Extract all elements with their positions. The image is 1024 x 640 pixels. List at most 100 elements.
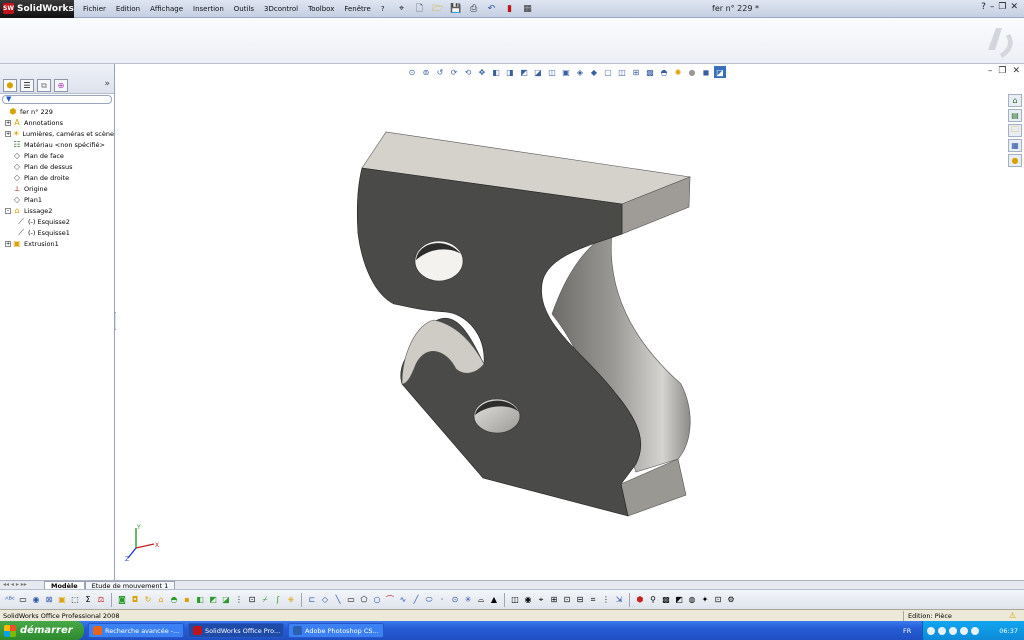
tree-node[interactable]: + ▣ Extrusion1 bbox=[0, 238, 114, 249]
part-model[interactable] bbox=[116, 64, 1016, 580]
undo-icon[interactable]: ↶ bbox=[484, 2, 500, 16]
cut-extrude-icon[interactable]: ▪ bbox=[181, 593, 193, 607]
tab-propertymanager[interactable]: ☰ bbox=[20, 79, 34, 92]
sketch-fillet-icon[interactable]: ✳ bbox=[462, 593, 474, 607]
tree-node[interactable]: ◇ Plan de droite bbox=[0, 172, 114, 183]
pattern-icon[interactable]: ⊞ bbox=[548, 593, 560, 607]
graphics-area[interactable]: ⊙ ⊚ ↺ ⟳ ⟲ ✥ ◧ ◨ ◩ ◪ ◫ ▣ ◈ ◆ ▢ ◫ ⊞ ▩ ◓ ✺ … bbox=[116, 64, 1024, 580]
tree-node[interactable]: ◇ Plan1 bbox=[0, 194, 114, 205]
expand-toggle-icon[interactable]: + bbox=[5, 119, 11, 126]
centerline-icon[interactable]: ╱ bbox=[410, 593, 422, 607]
shell-icon[interactable]: ⊡ bbox=[246, 593, 258, 607]
render-icon[interactable]: ⚲ bbox=[647, 593, 659, 607]
rapid-sketch-icon[interactable]: ⋮ bbox=[600, 593, 612, 607]
sum-icon[interactable]: Σ bbox=[82, 593, 94, 607]
boundary-icon[interactable]: ◓ bbox=[168, 593, 180, 607]
circle-icon[interactable]: ○ bbox=[371, 593, 383, 607]
tab-modele[interactable]: Modèle bbox=[44, 581, 85, 590]
tree-node[interactable]: ⬢ fer n° 229 bbox=[0, 106, 114, 117]
tree-node[interactable]: ⟂ Origine bbox=[0, 183, 114, 194]
ellipse-icon[interactable]: ⬭ bbox=[423, 593, 435, 607]
curves-icon[interactable]: ʃ bbox=[272, 593, 284, 607]
print-icon[interactable]: ⎙ bbox=[466, 2, 482, 16]
expand-toggle-icon[interactable]: + bbox=[5, 130, 11, 137]
convert-entities-icon[interactable]: ◫ bbox=[509, 593, 521, 607]
fillet-icon[interactable]: ◩ bbox=[207, 593, 219, 607]
quick-snaps-icon[interactable]: ⌗ bbox=[587, 593, 599, 607]
taskbar-item-solidworks[interactable]: SolidWorks Office Pro... bbox=[188, 623, 284, 638]
balloon-icon[interactable]: ◉ bbox=[30, 593, 42, 607]
dimension-icon[interactable]: ⊠ bbox=[43, 593, 55, 607]
menu-toolbox[interactable]: Toolbox bbox=[303, 0, 339, 18]
polygon-icon[interactable]: ⬠ bbox=[358, 593, 370, 607]
options-render-icon[interactable]: ⊡ bbox=[712, 593, 724, 607]
relations-icon[interactable]: ⊡ bbox=[561, 593, 573, 607]
rectangle-icon[interactable]: ▭ bbox=[345, 593, 357, 607]
rib-icon[interactable]: ⋮ bbox=[233, 593, 245, 607]
tree-node[interactable]: + ☀ Lumières, caméras et scène bbox=[0, 128, 114, 139]
options-icon[interactable]: ▦ bbox=[520, 2, 536, 16]
spelling-icon[interactable]: ᴬᴮᶜ bbox=[4, 593, 16, 607]
menu-fenetre[interactable]: Fenêtre bbox=[339, 0, 375, 18]
save-icon[interactable]: 💾 bbox=[448, 2, 464, 16]
minimize-button[interactable]: – bbox=[990, 2, 995, 12]
network-icon[interactable] bbox=[927, 626, 935, 635]
sweep-icon[interactable]: ↻ bbox=[142, 593, 154, 607]
menu-help[interactable]: ? bbox=[376, 0, 390, 18]
update-icon[interactable] bbox=[960, 626, 968, 635]
menu-affichage[interactable]: Affichage bbox=[145, 0, 188, 18]
repair-sketch-icon[interactable]: ⊟ bbox=[574, 593, 586, 607]
sketch-icon[interactable]: ⊏ bbox=[306, 593, 318, 607]
tree-node[interactable]: – ⌂ Lissage2 bbox=[0, 205, 114, 216]
mass-icon[interactable]: ⚖ bbox=[95, 593, 107, 607]
menu-fichier[interactable]: Fichier bbox=[78, 0, 111, 18]
tab-scroll-arrows-icon[interactable]: ◂◂ ◂ ▸ ▸▸ bbox=[0, 581, 44, 589]
help-button[interactable]: ? bbox=[981, 2, 986, 12]
cut-revolve-icon[interactable]: ◧ bbox=[194, 593, 206, 607]
toolbox-icon[interactable]: ⚙ bbox=[725, 593, 737, 607]
tab-featuremanager[interactable]: ⬢ bbox=[3, 79, 17, 92]
menu-3dcontrol[interactable]: 3Dcontrol bbox=[259, 0, 303, 18]
quick-tips-icon[interactable]: ⚠ bbox=[1009, 611, 1016, 620]
menu-edition[interactable]: Edition bbox=[111, 0, 145, 18]
panel-more-chevron-icon[interactable]: » bbox=[104, 79, 110, 89]
tree-node[interactable]: ◇ Plan de dessus bbox=[0, 161, 114, 172]
smart-dimension-icon[interactable]: ◇ bbox=[319, 593, 331, 607]
note-icon[interactable]: ▭ bbox=[17, 593, 29, 607]
expand-toggle-icon[interactable]: – bbox=[5, 207, 11, 214]
close-button[interactable]: ✕ bbox=[1010, 2, 1018, 12]
offset-icon[interactable]: ⌓ bbox=[475, 593, 487, 607]
taskbar-item-firefox[interactable]: Recherche avancée -... bbox=[88, 623, 184, 638]
construction-icon[interactable]: ⊙ bbox=[449, 593, 461, 607]
exit-sketch-icon[interactable]: ⇲ bbox=[613, 593, 625, 607]
tree-node[interactable]: + A Annotations bbox=[0, 117, 114, 128]
messenger-icon[interactable] bbox=[971, 626, 979, 635]
trim-icon[interactable]: ▲ bbox=[488, 593, 500, 607]
spline-icon[interactable]: ∿ bbox=[397, 593, 409, 607]
line-icon[interactable]: ╲ bbox=[332, 593, 344, 607]
draft-icon[interactable]: ⌿ bbox=[259, 593, 271, 607]
start-button[interactable]: démarrer bbox=[0, 621, 84, 640]
reference-geometry-icon[interactable]: ⎈ bbox=[285, 593, 297, 607]
tab-dimxpert[interactable]: ⊕ bbox=[54, 79, 68, 92]
revolve-boss-icon[interactable]: ◘ bbox=[129, 593, 141, 607]
pin-icon[interactable]: ⌖ bbox=[394, 2, 410, 16]
restore-button[interactable]: ❐ bbox=[998, 2, 1006, 12]
decal-icon[interactable]: ◍ bbox=[686, 593, 698, 607]
point-icon[interactable]: · bbox=[436, 593, 448, 607]
chamfer-icon[interactable]: ◪ bbox=[220, 593, 232, 607]
taskbar-item-photoshop[interactable]: Adobe Photoshop CS... bbox=[288, 623, 384, 638]
new-document-icon[interactable]: 🗋 bbox=[412, 2, 428, 16]
expand-toggle-icon[interactable]: + bbox=[5, 240, 11, 247]
loft-icon[interactable]: ⌂ bbox=[155, 593, 167, 607]
scene-editor-icon[interactable]: ◩ bbox=[673, 593, 685, 607]
move-entities-icon[interactable]: ⌖ bbox=[535, 593, 547, 607]
open-folder-icon[interactable]: 🗁 bbox=[430, 2, 446, 16]
lighting-icon[interactable]: ✦ bbox=[699, 593, 711, 607]
arc-icon[interactable]: ⌒ bbox=[384, 593, 396, 607]
mirror-icon[interactable]: ◉ bbox=[522, 593, 534, 607]
extrude-boss-icon[interactable]: ◙ bbox=[116, 593, 128, 607]
datum-icon[interactable]: ⬚ bbox=[69, 593, 81, 607]
menu-insertion[interactable]: Insertion bbox=[188, 0, 229, 18]
tab-configurationmanager[interactable]: ⧉ bbox=[37, 79, 51, 92]
